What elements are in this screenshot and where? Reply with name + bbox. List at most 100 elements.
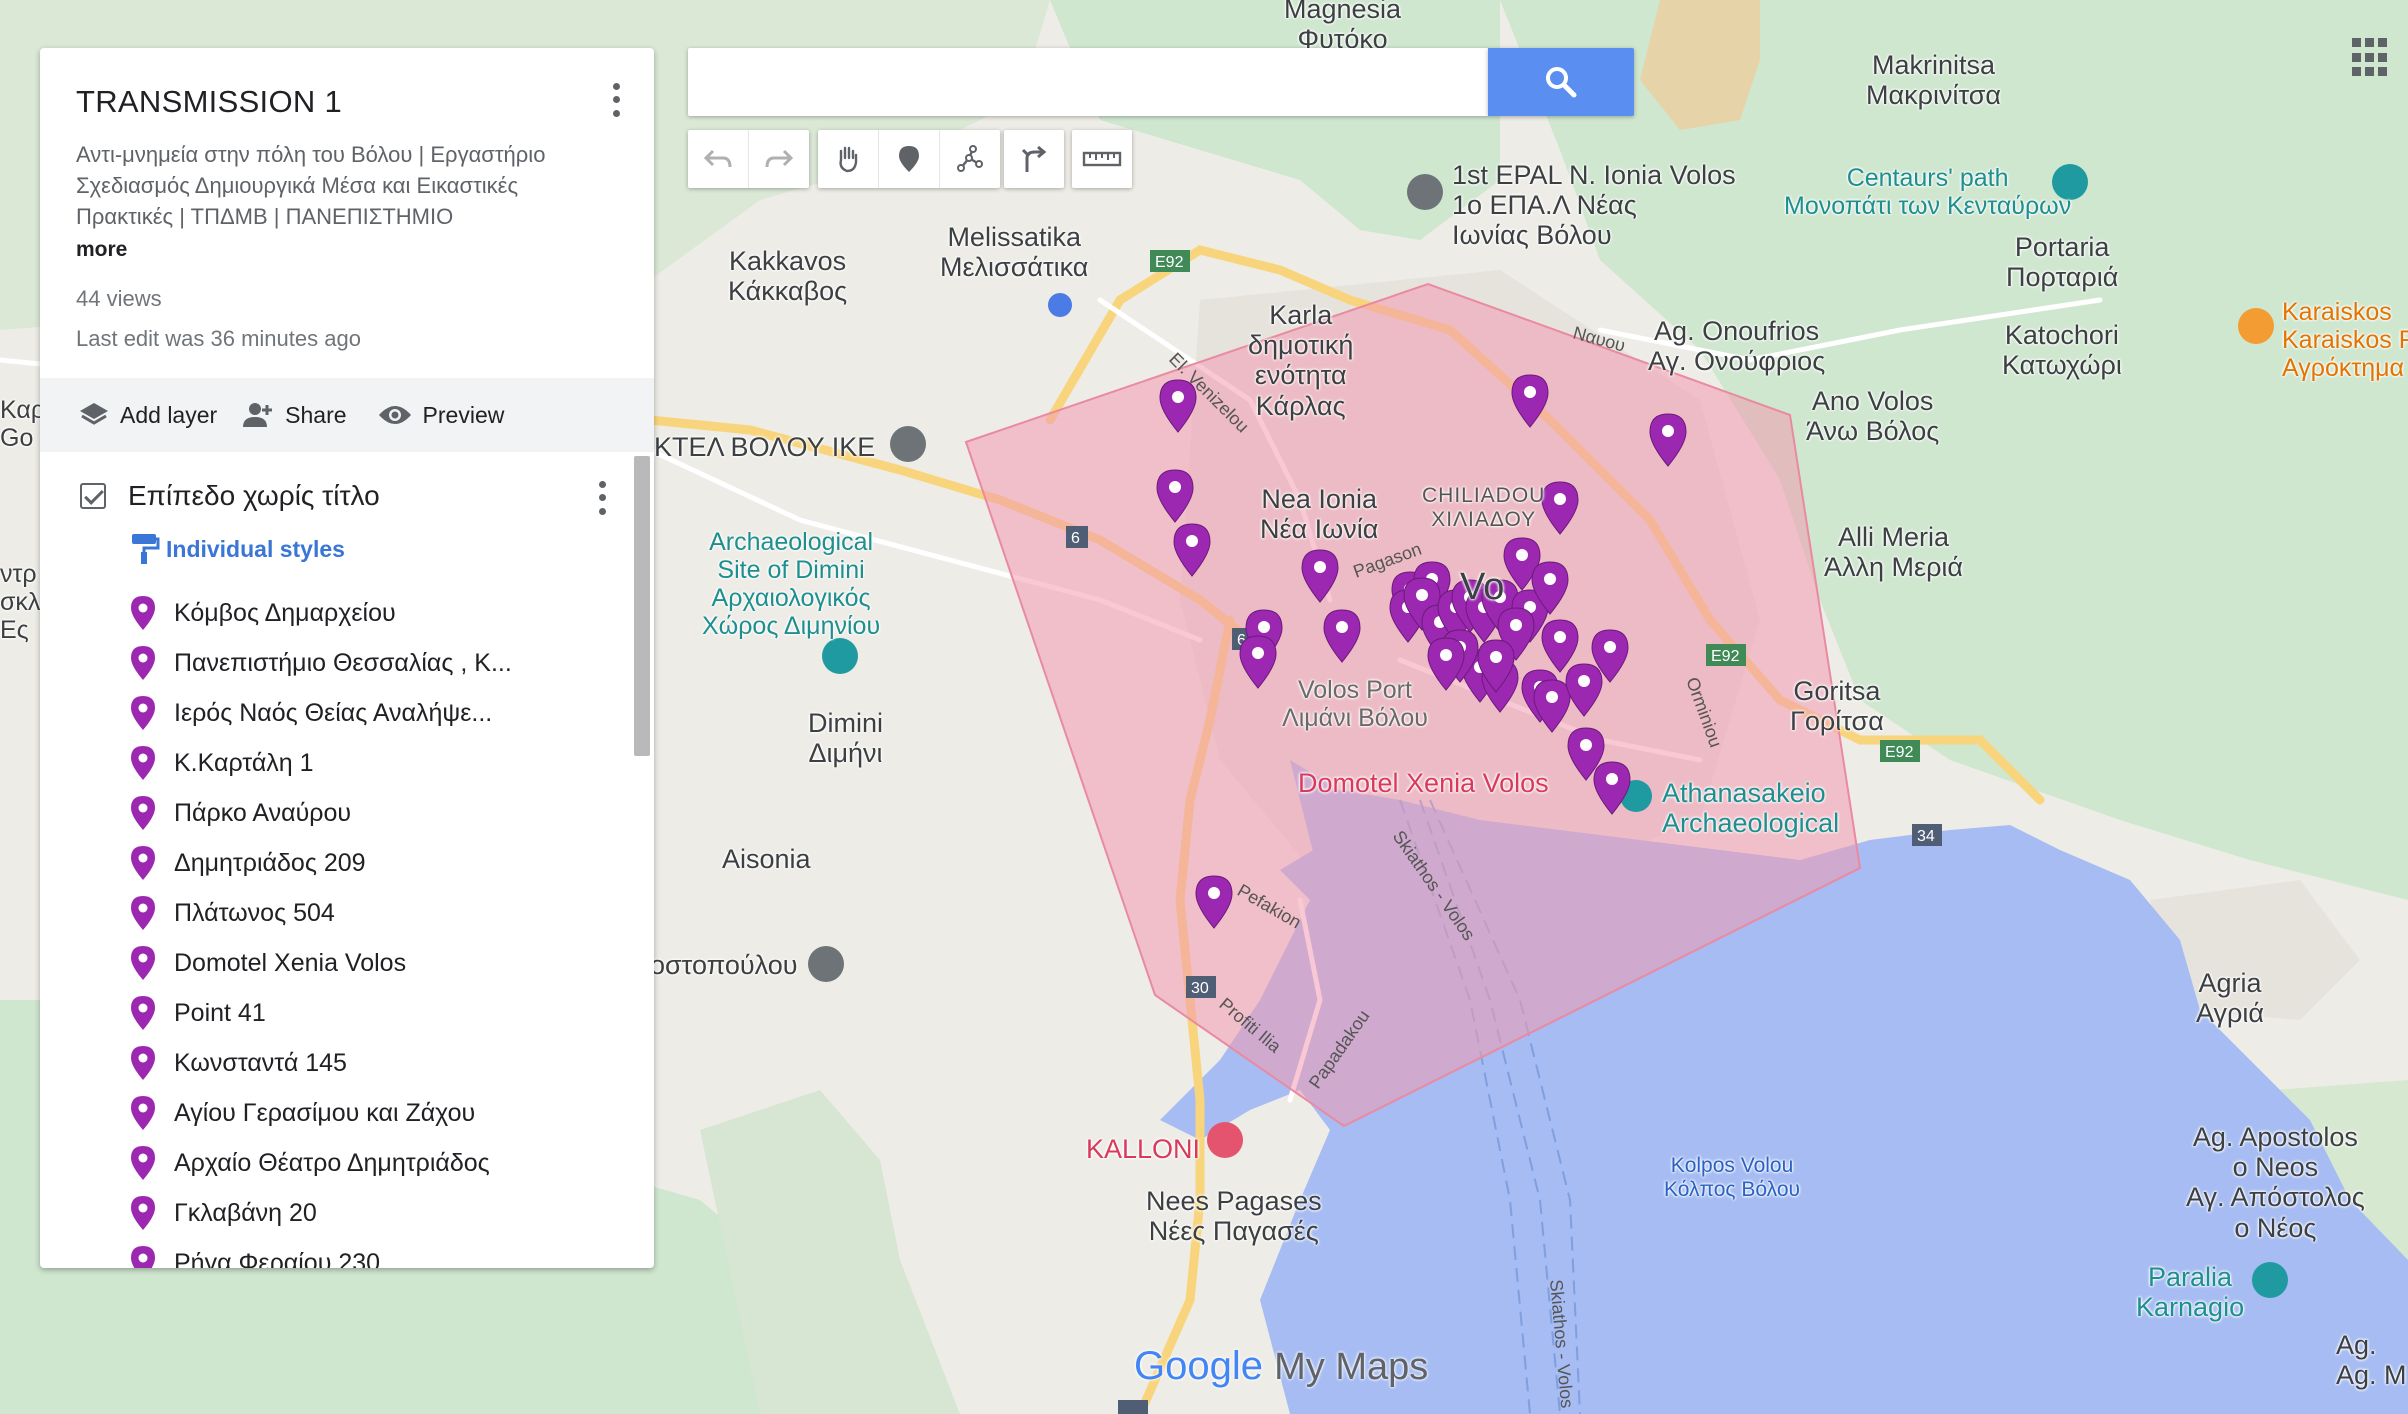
select-hand-button[interactable] bbox=[818, 130, 879, 188]
place-list-item[interactable]: Πλάτωνος 504 bbox=[130, 888, 650, 938]
place-list-item[interactable]: Αρχαίο Θέατρο Δημητριάδος bbox=[130, 1138, 650, 1188]
map-label-paralia: Paralia Karnagio bbox=[2136, 1262, 2245, 1323]
place-list-item[interactable]: Κ.Καρτάλη 1 bbox=[130, 738, 650, 788]
place-marker-icon bbox=[131, 696, 155, 730]
map-label-centaurs: Centaurs' path Μονοπάτι των Κενταύρων bbox=[1784, 164, 2072, 220]
google-my-maps-logo: Google My Maps bbox=[1134, 1344, 1428, 1389]
road-shield-label: E92 bbox=[1155, 254, 1184, 271]
hotel-icon bbox=[1207, 1122, 1243, 1158]
panel-actions: Add layer Share Preview bbox=[40, 378, 654, 452]
beach-icon bbox=[2252, 1262, 2288, 1298]
road-shield-30 bbox=[1118, 1400, 1148, 1414]
search-input[interactable] bbox=[688, 48, 1488, 116]
place-marker-icon bbox=[131, 596, 155, 630]
map-label-left-edge: ντρ σκλ Ες bbox=[0, 560, 41, 644]
redo-icon bbox=[765, 149, 794, 168]
place-marker-icon bbox=[131, 746, 155, 780]
place-name: Ρήγα Φεραίου 230 bbox=[174, 1248, 381, 1269]
ruler-icon bbox=[1082, 151, 1122, 167]
map-label-ag-m: Ag. Ag. M bbox=[2336, 1330, 2407, 1391]
draw-line-icon bbox=[957, 145, 983, 172]
search-button[interactable] bbox=[1488, 48, 1634, 116]
map-label-nea-ionia: Nea Ionia Νέα Ιωνία bbox=[1260, 484, 1379, 545]
map-label-goritsa: Goritsa Γορίτσα bbox=[1790, 676, 1884, 737]
place-name: Κωνσταντά 145 bbox=[174, 1048, 347, 1077]
individual-styles-label: Individual styles bbox=[166, 535, 345, 562]
place-list-item[interactable]: Πανεπιστήμιο Θεσσαλίας , Κ... bbox=[130, 638, 650, 688]
add-person-icon bbox=[243, 403, 273, 427]
add-layer-button[interactable]: Add layer bbox=[78, 401, 217, 429]
map-label-volos-port: Volos Port Λιμάνι Βόλου bbox=[1282, 676, 1428, 732]
place-name: Ιερός Ναός Θείας Αναλήψε... bbox=[174, 698, 493, 727]
road-shield-label: E92 bbox=[1885, 744, 1914, 761]
share-button[interactable]: Share bbox=[239, 401, 347, 429]
view-count: 44 views bbox=[76, 286, 162, 312]
restaurant-icon bbox=[2238, 308, 2274, 344]
place-list-item[interactable]: Αγίου Γερασίμου και Ζάχου bbox=[130, 1088, 650, 1138]
map-label-ktel: ΚΤΕΛ ΒΟΛΟΥ ΙΚΕ bbox=[654, 432, 876, 462]
place-marker-icon bbox=[131, 996, 155, 1030]
map-label-epal: 1st EPAL N. Ionia Volos 1ο ΕΠΑ.Λ Νέας Ιωνί… bbox=[1452, 160, 1736, 251]
place-list-item[interactable]: Point 41 bbox=[130, 988, 650, 1038]
map-label-kakkavos: Kakkavos Κάκκαβος bbox=[728, 246, 848, 307]
map-label-karaiskos: KaraiskosKaraiskos FaΑγρόκτημα Κ bbox=[2282, 298, 2408, 382]
place-marker-icon bbox=[131, 796, 155, 830]
add-marker-button[interactable] bbox=[879, 130, 940, 188]
map-label-dimini-site: Archaeological Site of Dimini Αρχαιολογικό… bbox=[702, 528, 881, 640]
place-list-item[interactable]: Πάρκο Αναύρου bbox=[130, 788, 650, 838]
layer-options-menu-icon[interactable] bbox=[590, 478, 614, 518]
road-shield-label: 6 bbox=[1071, 530, 1080, 547]
layer-section: Επίπεδο χωρίς τίτλο Individual styles Κό… bbox=[40, 452, 654, 1268]
map-label-onoufrios: Ag. Onoufrios Αγ. Ονούφριος bbox=[1648, 316, 1826, 377]
google-logo-text: Google bbox=[1134, 1344, 1263, 1388]
train-icon bbox=[1048, 293, 1072, 317]
map-label-alli-meria: Alli Meria Άλλη Μεριά bbox=[1824, 522, 1964, 583]
measure-toolbar bbox=[1072, 130, 1132, 188]
place-icon bbox=[808, 946, 844, 982]
map-label-portaria: Portaria Πορταριά bbox=[2006, 232, 2119, 293]
place-marker-icon bbox=[131, 846, 155, 880]
place-name: Δημητριάδος 209 bbox=[174, 848, 366, 877]
museum-icon bbox=[822, 638, 858, 674]
place-list-item[interactable]: Κωνσταντά 145 bbox=[130, 1038, 650, 1088]
panel-scrollbar[interactable] bbox=[634, 456, 650, 756]
place-marker-icon bbox=[131, 646, 155, 680]
undo-button[interactable] bbox=[688, 130, 749, 188]
more-link[interactable]: more bbox=[76, 238, 618, 262]
share-label: Share bbox=[285, 401, 347, 428]
place-marker-icon bbox=[131, 1096, 155, 1130]
map-label-nees-pagases: Nees Pagases Νέες Παγασές bbox=[1146, 1186, 1322, 1247]
apps-grid-icon[interactable] bbox=[2352, 38, 2392, 78]
map-options-menu-icon[interactable] bbox=[604, 80, 628, 120]
undo-icon bbox=[703, 149, 732, 168]
directions-icon bbox=[1021, 145, 1047, 172]
panel-header: TRANSMISSION 1 Αντι-μνημεία στην πόλη το… bbox=[40, 48, 654, 352]
place-list-item[interactable]: Domotel Xenia Volos bbox=[130, 938, 650, 988]
school-icon bbox=[1407, 174, 1443, 210]
map-label-karla: Karla δημοτική ενότητα Κάρλας bbox=[1248, 300, 1354, 421]
undo-redo-toolbar bbox=[688, 130, 809, 188]
place-name: Γκλαβάνη 20 bbox=[174, 1198, 317, 1227]
map-label-katochori: Katochori Κατωχώρι bbox=[2002, 320, 2122, 381]
map-label-kolpos: Kolpos Volou Κόλπος Βόλου bbox=[1664, 1154, 1800, 1201]
map-label-apostolos: Ag. Apostolos ο Neos Αγ. Απόστολος ο Νέος bbox=[2186, 1122, 2365, 1243]
layer-title[interactable]: Επίπεδο χωρίς τίτλο bbox=[128, 480, 380, 512]
map-title[interactable]: TRANSMISSION 1 bbox=[76, 84, 618, 120]
draw-line-button[interactable] bbox=[940, 130, 1000, 188]
place-list-item[interactable]: Δημητριάδος 209 bbox=[130, 838, 650, 888]
add-directions-button[interactable] bbox=[1004, 130, 1064, 188]
place-marker-icon bbox=[131, 1246, 155, 1268]
measure-distance-button[interactable] bbox=[1072, 130, 1132, 188]
search-icon bbox=[1546, 67, 1577, 98]
redo-button[interactable] bbox=[749, 130, 809, 188]
individual-styles-link[interactable]: Individual styles bbox=[130, 532, 345, 566]
place-list-item[interactable]: Κόμβος Δημαρχείου bbox=[130, 588, 650, 638]
place-marker-icon bbox=[131, 1196, 155, 1230]
hand-icon bbox=[839, 146, 858, 173]
place-list-item[interactable]: Ιερός Ναός Θείας Αναλήψε... bbox=[130, 688, 650, 738]
place-list-item[interactable]: Γκλαβάνη 20 bbox=[130, 1188, 650, 1238]
place-name: Κόμβος Δημαρχείου bbox=[174, 598, 396, 627]
preview-button[interactable]: Preview bbox=[377, 402, 504, 429]
layer-visibility-checkbox[interactable] bbox=[80, 483, 106, 509]
place-list-item[interactable]: Ρήγα Φεραίου 230 bbox=[130, 1238, 650, 1268]
